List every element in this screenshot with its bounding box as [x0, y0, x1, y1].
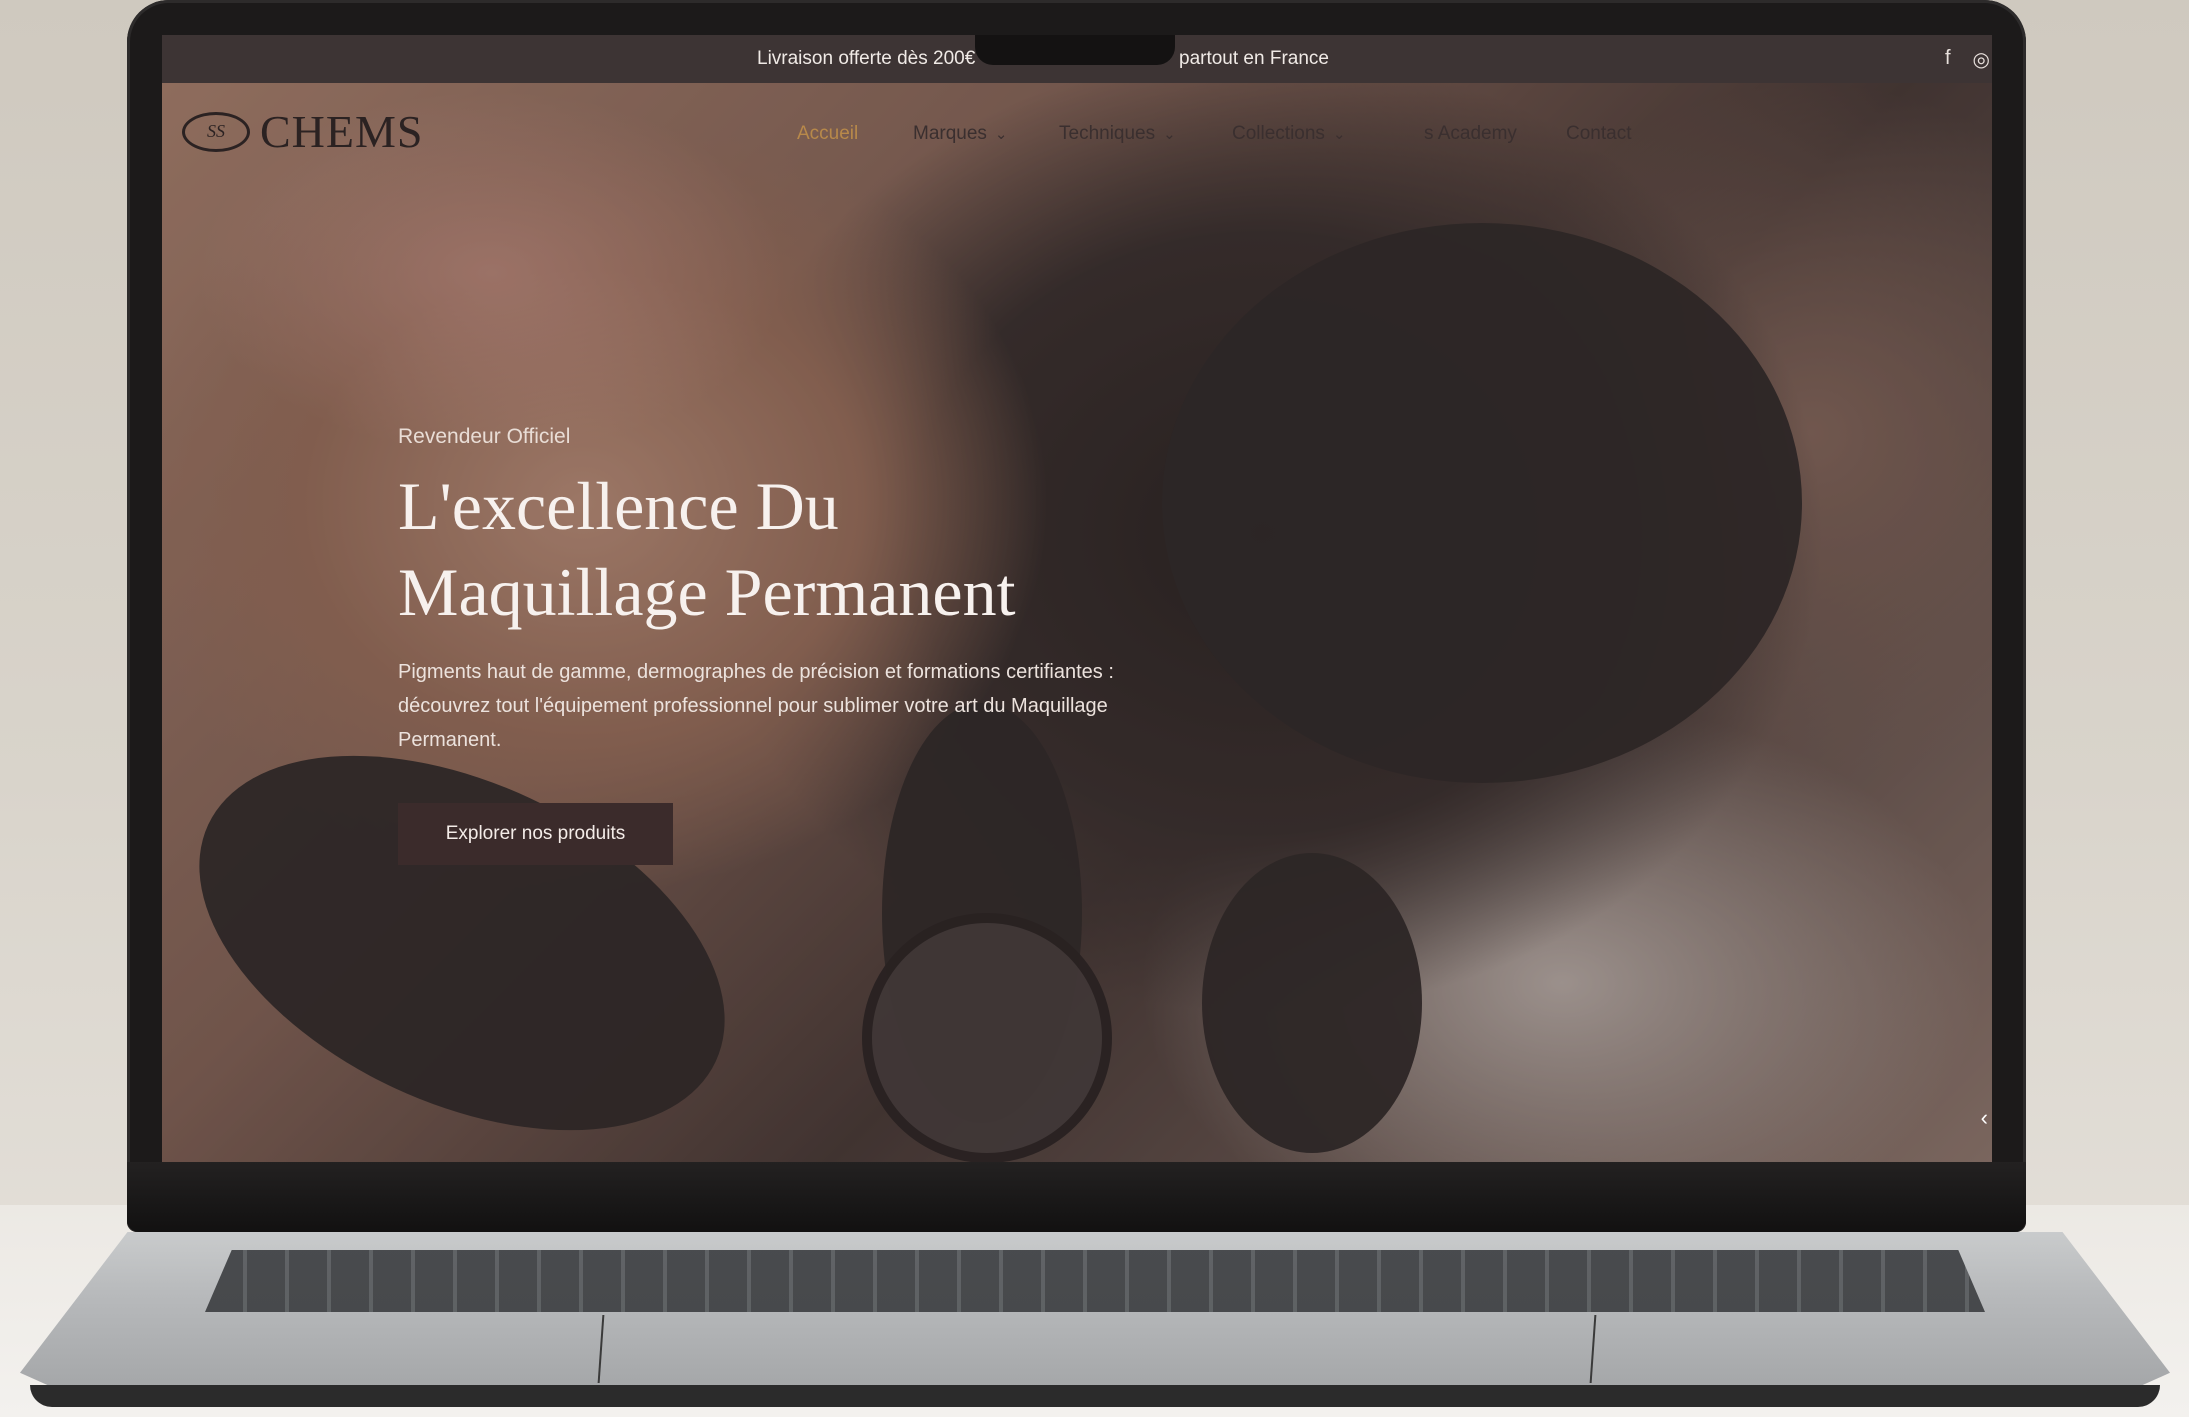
nav-item-accueil[interactable]: Accueil — [797, 123, 858, 145]
logo-mark: SS — [182, 111, 250, 152]
social-links: f ◎ — [1945, 47, 1990, 72]
logo-wordmark: CHEMS — [260, 106, 424, 157]
chevron-down-icon: ⌄ — [1332, 126, 1346, 143]
laptop-keyboard — [205, 1250, 1985, 1312]
hero-description: Pigments haut de gamme, dermographes de … — [398, 661, 1114, 751]
promo-text-right: partout en France — [1179, 48, 1329, 69]
nav-item-marques[interactable]: Marques ⌄ — [913, 123, 1008, 145]
explore-products-button[interactable]: Explorer nos produits — [398, 803, 673, 865]
hero-title-line-1: L'excellence Du — [398, 468, 839, 544]
promo-text-left: Livraison offerte dès 200€ — [757, 48, 976, 69]
site-logo[interactable]: SS CHEMS — [182, 105, 423, 158]
nav-item-collections[interactable]: Collections ⌄ — [1232, 123, 1346, 145]
glove-finger-shape-2 — [1202, 853, 1422, 1153]
hero-title-line-2: Maquillage Permanent — [398, 554, 1016, 630]
nav-item-label: Contact — [1566, 123, 1632, 144]
chevron-down-icon: ⌄ — [1163, 126, 1176, 143]
nav-item-label: Techniques — [1059, 123, 1156, 144]
chevron-left-icon[interactable]: ‹ — [1981, 1105, 1988, 1131]
nav-item-label: Marques — [913, 123, 987, 144]
main-header: SS CHEMS Accueil Marques ⌄ Techniques ⌄ Co… — [162, 83, 1992, 173]
glove-finger-shape — [882, 703, 1082, 1123]
nav-item-contact[interactable]: Contact — [1566, 123, 1631, 145]
laptop-screen: Livraison offerte dès 200€ partout en Fr… — [162, 35, 1992, 1162]
glove-shape-right — [1162, 223, 1802, 783]
laptop-base-edge — [30, 1385, 2160, 1407]
camera-notch — [975, 35, 1175, 65]
hero-eyebrow: Revendeur Officiel — [398, 425, 571, 448]
instagram-icon[interactable]: ◎ — [1973, 47, 1990, 72]
nav-item-techniques[interactable]: Techniques ⌄ — [1059, 123, 1176, 145]
hero-content: Revendeur Officiel L'excellence Du Maqui… — [398, 425, 1158, 865]
laptop-bezel-bottom — [127, 1162, 2026, 1232]
nav-item-label: Accueil — [797, 123, 859, 144]
laptop-trackpad — [597, 1315, 1597, 1383]
nav-item-label: s Academy — [1424, 123, 1517, 144]
hero-title: L'excellence Du Maquillage Permanent — [398, 463, 1158, 635]
pigment-cup-shape — [862, 913, 1112, 1162]
photo-scene: Livraison offerte dès 200€ partout en Fr… — [0, 0, 2189, 1417]
nav-item-label: Collections — [1232, 123, 1325, 144]
facebook-icon[interactable]: f — [1945, 47, 1951, 72]
nav-item-academy[interactable]: s Academy — [1424, 123, 1517, 145]
chevron-down-icon: ⌄ — [994, 126, 1008, 143]
